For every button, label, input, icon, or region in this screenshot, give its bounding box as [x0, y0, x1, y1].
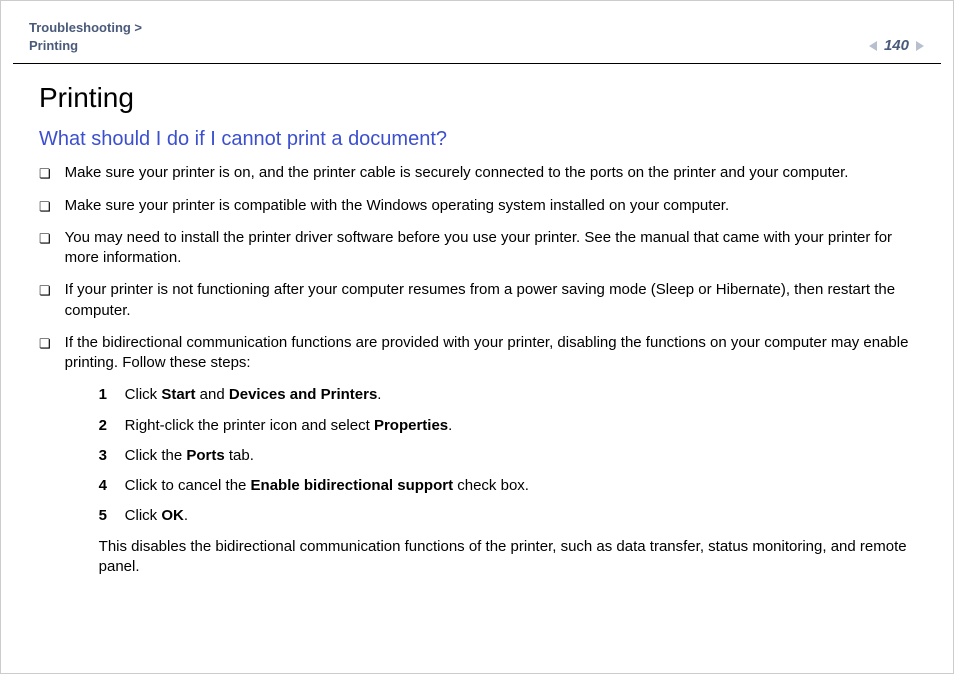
bullet-icon: ❏	[39, 282, 51, 300]
step-text: Click the Ports tab.	[125, 446, 254, 466]
step-number: 2	[99, 416, 111, 436]
list-item: ❏ Make sure your printer is compatible w…	[39, 196, 915, 216]
breadcrumb-parent: Troubleshooting >	[29, 19, 142, 37]
page-number-nav: 140	[868, 37, 925, 54]
step-text: Right-click the printer icon and select …	[125, 416, 453, 436]
document-page: Troubleshooting > Printing 140 Printing …	[0, 0, 954, 674]
list-item-text: If your printer is not functioning after…	[65, 280, 915, 321]
bullet-icon: ❏	[39, 198, 51, 216]
bullet-icon: ❏	[39, 230, 51, 248]
list-item-text: Make sure your printer is on, and the pr…	[65, 163, 849, 183]
list-item: ❏ You may need to install the printer dr…	[39, 228, 915, 269]
list-item-text: You may need to install the printer driv…	[65, 228, 915, 269]
step-text: Click to cancel the Enable bidirectional…	[125, 476, 529, 496]
page-number: 140	[884, 37, 909, 54]
bullet-list: ❏ Make sure your printer is on, and the …	[39, 163, 915, 577]
step-number: 5	[99, 506, 111, 526]
section-heading: What should I do if I cannot print a doc…	[39, 128, 915, 151]
page-title: Printing	[39, 82, 915, 114]
step-item: 2 Right-click the printer icon and selec…	[99, 416, 915, 436]
step-text: Click Start and Devices and Printers.	[125, 385, 382, 405]
bullet-icon: ❏	[39, 165, 51, 183]
step-number: 3	[99, 446, 111, 466]
next-page-icon[interactable]	[913, 40, 925, 52]
prev-page-icon[interactable]	[868, 40, 880, 52]
list-item: ❏ If the bidirectional communication fun…	[39, 333, 915, 577]
breadcrumb: Troubleshooting > Printing	[29, 19, 142, 55]
step-note: This disables the bidirectional communic…	[65, 537, 915, 578]
step-item: 3 Click the Ports tab.	[99, 446, 915, 466]
step-item: 5 Click OK.	[99, 506, 915, 526]
step-number: 1	[99, 385, 111, 405]
list-item-text: Make sure your printer is compatible wit…	[65, 196, 729, 216]
list-item-text: If the bidirectional communication funct…	[65, 334, 909, 371]
page-header: Troubleshooting > Printing 140	[1, 1, 953, 63]
list-item-body: If the bidirectional communication funct…	[65, 333, 915, 577]
step-text: Click OK.	[125, 506, 188, 526]
breadcrumb-current: Printing	[29, 37, 142, 55]
step-list: 1 Click Start and Devices and Printers. …	[65, 385, 915, 526]
step-item: 1 Click Start and Devices and Printers.	[99, 385, 915, 405]
list-item: ❏ If your printer is not functioning aft…	[39, 280, 915, 321]
list-item: ❏ Make sure your printer is on, and the …	[39, 163, 915, 183]
bullet-icon: ❏	[39, 335, 51, 353]
step-number: 4	[99, 476, 111, 496]
page-content: Printing What should I do if I cannot pr…	[1, 64, 953, 577]
step-item: 4 Click to cancel the Enable bidirection…	[99, 476, 915, 496]
